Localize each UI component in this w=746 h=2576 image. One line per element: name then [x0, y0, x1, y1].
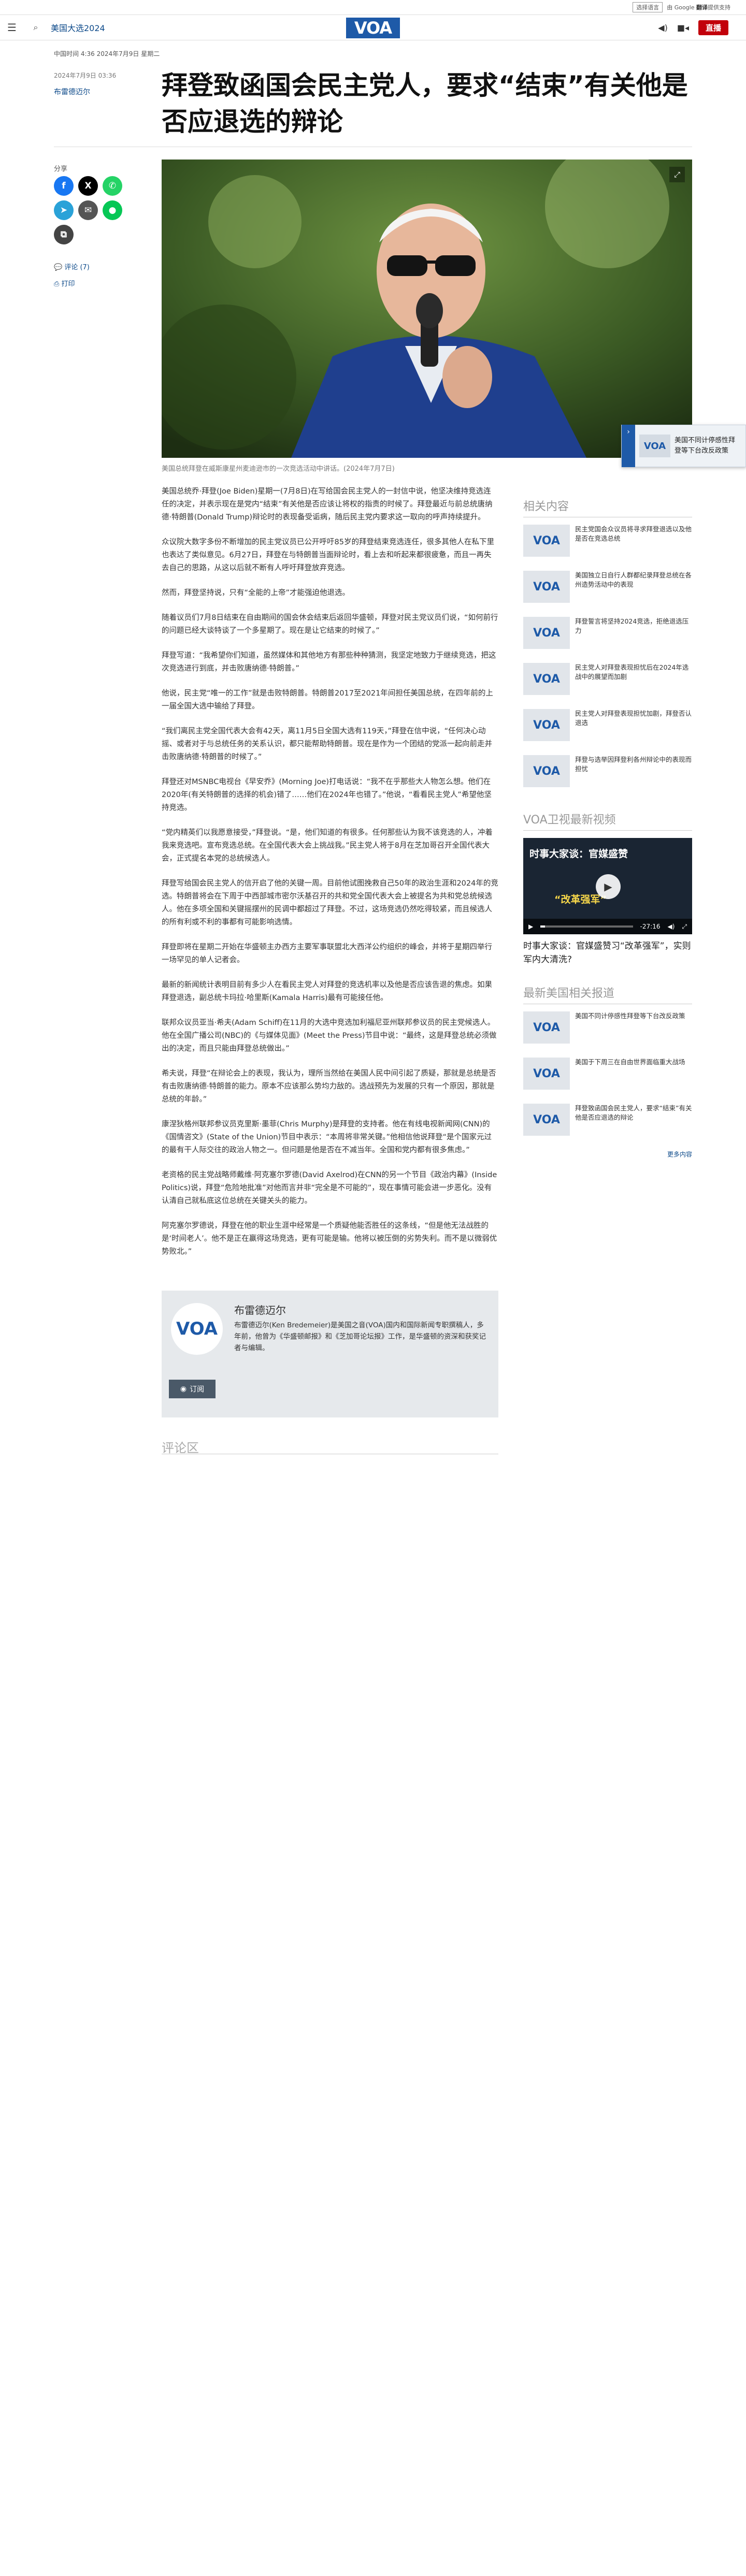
publish-date: 2024年7月9日 03:36 [54, 72, 117, 79]
volume-icon[interactable]: ◀) [667, 923, 675, 930]
sidebar-latest: 最新美国相关报道 VOA 美国不同计停感性拜登等下台改反政策 VOA 美国于下周三在… [523, 984, 692, 1159]
divider [523, 830, 692, 831]
share-label: 分享 [54, 165, 68, 173]
video-caption[interactable]: 时事大家谈：官媒盛赞习“改革强军”，实则军内大清洗? [523, 939, 692, 966]
email-icon[interactable]: ✉ [78, 200, 98, 220]
section-link[interactable]: 美国大选2024 [51, 21, 105, 34]
video-section-title: VOA卫视最新视频 [523, 814, 616, 827]
paragraph: “我们离民主党全国代表大会有42天，离11月5日全国大选有119天，”拜登在信中… [162, 727, 492, 761]
thumbnail-logo: VOA [523, 571, 570, 603]
list-item[interactable]: VOA 民主党人对拜登表现担忧后在2024年选战中的展望而加剧 [523, 663, 692, 695]
arrow-icon: › [622, 425, 635, 467]
floating-related-card[interactable]: › VOA 美国不同计停感性拜登等下台改反政策 [621, 425, 746, 467]
thumbnail-logo: VOA [523, 525, 570, 557]
paragraph: 美国总统乔·拜登(Joe Biden)星期一(7月8日)在写给国会民主党人的一封… [162, 487, 493, 522]
language-select[interactable]: 选择语言 [633, 2, 663, 12]
hero-photo [162, 160, 692, 458]
paragraph: 拜登写道：“我希望你们知道，虽然媒体和其他地方有那些种种猜测，我坚定地致力于继续… [162, 652, 496, 673]
sidebar-video: VOA卫视最新视频 时事大家谈：官媒盛赞 “改革强军” ▶ ▶ -27:16 ◀… [523, 811, 692, 966]
list-item[interactable]: VOA 美国不同计停感性拜登等下台改反政策 [523, 1011, 692, 1044]
paragraph: 希夫说，拜登“在辩论会上的表现，我认为，理所当然给在美国人民中间引起了质疑，那就… [162, 1069, 496, 1104]
paragraph: 拜登还对MSNBC电视台《早安乔》(Morning Joe)打电话说：“我不在乎… [162, 778, 492, 812]
paragraph: 随着议员们7月8日结束在自由期间的国会休会结束后返回华盛顿，拜登对民主党议员们说… [162, 614, 498, 635]
share-icons: f X ✆ ➤ ✉ ● ⧉ [54, 176, 137, 244]
print-icon: ⎙ [54, 280, 60, 288]
line-icon[interactable]: ● [103, 200, 122, 220]
thumbnail-logo: VOA [523, 663, 570, 695]
floating-card-title: 美国不同计停感性拜登等下台改反政策 [675, 437, 736, 455]
paragraph: 他说，民主党“唯一的工作”就是击败特朗普。特朗普2017至2021年间担任美国总… [162, 689, 493, 711]
article-body: 美国总统乔·拜登(Joe Biden)星期一(7月8日)在写给国会民主党人的一封… [162, 485, 498, 1270]
latest-title: 最新美国相关报道 [523, 987, 615, 1000]
paragraph: 联邦众议员亚当·希夫(Adam Schiff)在11月的大选中竞选加利福尼亚州联… [162, 1019, 497, 1053]
telegram-icon[interactable]: ➤ [54, 200, 74, 220]
menu-icon[interactable]: ☰ [0, 16, 24, 39]
more-link[interactable]: 更多内容 [523, 1150, 692, 1159]
paragraph: 拜登写给国会民主党人的信开启了他的关键一周。目前他试图挽救自己50年的政治生涯和… [162, 879, 498, 927]
list-item[interactable]: VOA 民主党人对拜登表现担忧加剧，拜登否认退选 [523, 709, 692, 741]
list-item[interactable]: VOA 民主党国会众议员将寻求拜登退选以及他是否在竞选总统 [523, 525, 692, 557]
live-button[interactable]: 直播 [698, 20, 728, 35]
sidebar-related: 相关内容 VOA 民主党国会众议员将寻求拜登退选以及他是否在竞选总统 VOA 美国独… [523, 497, 692, 801]
related-title: 相关内容 [523, 500, 569, 513]
paragraph: 然而，拜登坚持说，只有“全能的上帝”才能强迫他退选。 [162, 589, 350, 597]
avatar: VOA [171, 1303, 223, 1355]
article-headline: 拜登致函国会民主党人，要求“结束”有关他是否应退选的辩论 [162, 70, 688, 137]
copy-link-icon[interactable]: ⧉ [54, 225, 74, 244]
video-icon[interactable]: ■◂ [677, 23, 689, 33]
video-progress[interactable] [540, 925, 633, 928]
thumbnail-logo: VOA [523, 617, 570, 649]
subscribe-button[interactable]: ◉ 订阅 [169, 1380, 216, 1398]
paragraph: 康涅狄格州联邦参议员克里斯·墨菲(Chris Murphy)是拜登的支持者。他在… [162, 1120, 492, 1154]
list-item[interactable]: VOA 美国于下周三在自由世界面临重大战场 [523, 1058, 692, 1090]
list-item[interactable]: VOA 拜登誓言将坚持2024竞选，拒绝退选压力 [523, 617, 692, 649]
thumbnail-logo: VOA [639, 435, 670, 457]
rss-icon: ◉ [180, 1385, 187, 1393]
search-icon[interactable]: ⌕ [24, 16, 48, 39]
list-item[interactable]: VOA 拜登致函国会民主党人，要求“结束”有关他是否应退选的辩论 [523, 1104, 692, 1136]
video-player[interactable]: 时事大家谈：官媒盛赞 “改革强军” ▶ ▶ -27:16 ◀) ⤢ [523, 838, 692, 934]
thumbnail-logo: VOA [523, 755, 570, 787]
play-small-icon[interactable]: ▶ [528, 923, 533, 930]
thumbnail-logo: VOA [523, 1011, 570, 1044]
author-bio: 布雷德迈尔(Ken Bredemeier)是美国之音(VOA)国内和国际新闻专职… [234, 1321, 486, 1352]
hero-image: ⤢ [162, 160, 692, 458]
audio-icon[interactable]: ◀) [658, 23, 668, 33]
thumbnail-logo: VOA [523, 1104, 570, 1136]
comments-link[interactable]: 💬 评论 (7) [54, 262, 90, 271]
list-item[interactable]: VOA 美国独立日自行人群都纪录拜登总统在各州造势活动中的表现 [523, 571, 692, 603]
voa-logo[interactable]: VOA [346, 18, 400, 38]
site-header: ☰ ⌕ 美国大选2024 VOA ◀) ■◂ 直播 [0, 15, 746, 40]
expand-icon[interactable]: ⤢ [669, 167, 685, 182]
thumbnail-logo: VOA [523, 709, 570, 741]
facebook-icon[interactable]: f [54, 176, 74, 196]
comment-icon: 💬 [54, 264, 63, 271]
fullscreen-icon[interactable]: ⤢ [682, 923, 687, 931]
author-box: VOA 布雷德迈尔 布雷德迈尔(Ken Bredemeier)是美国之音(VOA… [162, 1291, 498, 1417]
image-caption: 美国总统拜登在威斯康星州麦迪逊市的一次竞选活动中讲话。(2024年7月7日) [162, 465, 395, 473]
thumbnail-logo: VOA [523, 1058, 570, 1090]
translate-powered-by: 由 Google 翻译提供支持 [667, 4, 730, 11]
paragraph: 阿克塞尔罗德说，拜登在他的职业生涯中经常是一个质疑他能否胜任的这条线，“但是他无… [162, 1222, 497, 1256]
whatsapp-icon[interactable]: ✆ [103, 176, 122, 196]
play-icon[interactable]: ▶ [596, 874, 621, 899]
paragraph: 拜登即将在星期二开始在华盛顿主办西方主要军事联盟北大西洋公约组织的峰会，并将于星… [162, 943, 492, 964]
paragraph: 最新的新闻统计表明目前有多少人在看民主党人对拜登的竞选机率以及他是否应该告退的焦… [162, 981, 492, 1002]
update-line: 中国时间 4:36 2024年7月9日 星期二 [54, 50, 160, 57]
author-link[interactable]: 布雷德迈尔 [54, 86, 90, 97]
video-overlay-title: 时事大家谈：官媒盛赞 [529, 848, 628, 860]
translate-bar: 选择语言 由 Google 翻译提供支持 [0, 0, 746, 15]
video-time: -27:16 [640, 923, 661, 930]
author-name[interactable]: 布雷德迈尔 [234, 1302, 286, 1317]
print-link[interactable]: ⎙ 打印 [54, 278, 75, 288]
comments-heading: 评论区 [162, 1441, 199, 1455]
video-controls: ▶ -27:16 ◀) ⤢ [523, 919, 692, 934]
paragraph: 众议院大数字多份不断增加的民主党议员已公开呼吁85岁的拜登结束竞选连任，很多其他… [162, 538, 494, 572]
x-icon[interactable]: X [78, 176, 98, 196]
list-item[interactable]: VOA 拜登与选举因拜登利各州辩论中的表现而担忧 [523, 755, 692, 787]
paragraph: “党内精英们以我愿意接受，”拜登说。“是，他们知道的有很多。任何那些认为我不该竞… [162, 829, 493, 863]
paragraph: 老资格的民主党战略师戴维·阿克塞尔罗德(David Axelrod)在CNN的另… [162, 1171, 497, 1205]
